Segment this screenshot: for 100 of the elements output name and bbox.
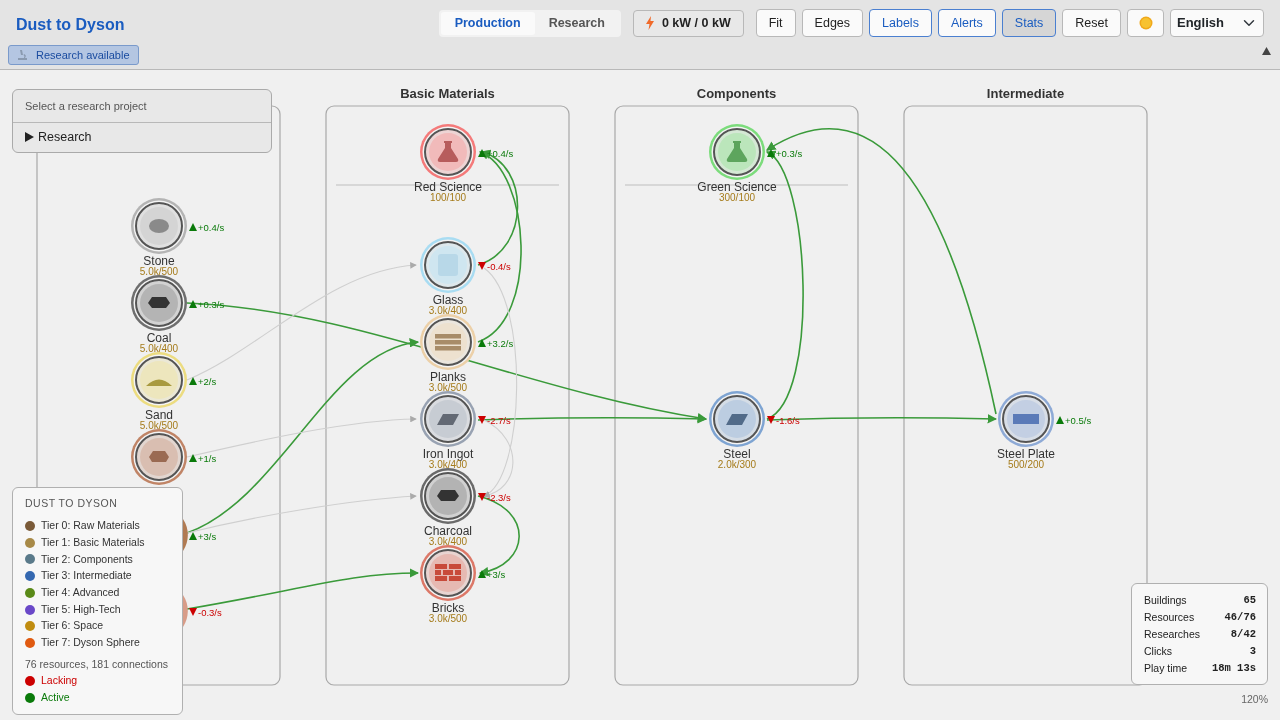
legend-title: DUST TO DYSON	[25, 496, 119, 511]
resource-amount: 100/100	[429, 192, 467, 203]
tier-label: Tier 3: Intermediate	[41, 568, 132, 584]
resource-amount: 500/200	[1007, 459, 1045, 470]
power-reading: 0 kW / 0 kW	[661, 14, 731, 32]
research-prompt: Select a research project	[13, 90, 271, 123]
resource-node[interactable]	[420, 391, 476, 447]
brick-icon	[435, 564, 461, 581]
resource-amount: 5.0k/500	[139, 266, 179, 277]
column-title: Basic Materials	[400, 86, 495, 101]
lightning-icon	[645, 16, 654, 30]
rate-label: +2/s	[198, 376, 217, 387]
zoom-level: 120%	[1241, 692, 1268, 708]
ingot-icon	[437, 414, 459, 425]
rate-label: -2.3/s	[487, 492, 511, 503]
resource-amount: 2.0k/300	[717, 459, 757, 470]
stat-value: 65	[1243, 592, 1256, 608]
expand-icon	[25, 131, 34, 142]
stat-label: Resources	[1144, 609, 1195, 625]
tier-label: Tier 1: Basic Materials	[41, 534, 145, 550]
resource-amount: 3.0k/500	[428, 382, 468, 393]
resource-name: Glass	[432, 293, 464, 307]
planks-icon	[435, 334, 461, 351]
stat-label: Buildings	[1144, 592, 1187, 608]
column-title: Components	[696, 86, 777, 101]
tab[interactable]: Research	[534, 11, 619, 35]
resource-name: Iron Ingot	[422, 447, 474, 461]
rate-label: +3/s	[487, 569, 506, 580]
collapse-icon[interactable]	[1262, 47, 1271, 55]
research-section-toggle[interactable]: Research	[13, 122, 271, 153]
stat-value: 8/42	[1230, 627, 1256, 643]
app-title: Dust to Dyson	[16, 15, 125, 35]
tier-label: Tier 4: Advanced	[41, 584, 120, 600]
ingot-icon	[726, 414, 748, 425]
tier-label: Tier 6: Space	[41, 618, 104, 634]
toolbar-button[interactable]: Labels	[869, 9, 932, 37]
resource-name: Bricks	[431, 601, 465, 615]
toolbar-button[interactable]: Fit	[755, 9, 796, 37]
plate-icon	[1013, 414, 1039, 424]
resource-amount: 5.0k/400	[139, 343, 179, 354]
mound-icon	[146, 379, 172, 386]
tier-label: Tier 7: Dyson Sphere	[41, 635, 140, 651]
summary-text: 76 resources, 181 connections	[25, 657, 169, 673]
resource-node[interactable]	[183, 519, 188, 551]
resource-node[interactable]	[420, 237, 476, 293]
resource-node[interactable]	[183, 595, 188, 627]
toolbar-button[interactable]: Alerts	[937, 9, 996, 37]
tier-label: Tier 2: Components	[41, 551, 133, 567]
stat-value: 3	[1249, 644, 1256, 660]
resource-name: Sand	[145, 408, 173, 422]
resource-name: Stone	[143, 254, 175, 268]
resource-amount: 300/100	[718, 192, 756, 203]
research-available-badge[interactable]: Research available	[8, 45, 139, 65]
rate-label: +1/s	[198, 453, 217, 464]
resource-node[interactable]	[131, 198, 187, 254]
resource-node[interactable]	[420, 314, 476, 370]
resource-amount: 5.0k/500	[139, 420, 179, 431]
toolbar-button[interactable]: Reset	[1062, 9, 1121, 37]
resource-node[interactable]	[709, 391, 765, 447]
sun-icon	[1137, 15, 1154, 31]
resource-amount: 3.0k/400	[428, 459, 468, 470]
resource-node[interactable]	[131, 275, 187, 331]
rate-label: +3/s	[198, 531, 217, 542]
resource-node[interactable]	[420, 545, 476, 601]
resource-node[interactable]	[709, 124, 765, 180]
lump-icon	[437, 490, 459, 501]
resource-name: Charcoal	[424, 524, 472, 538]
rate-label: -0.4/s	[487, 261, 511, 272]
stat-value: 18m 13s	[1211, 661, 1256, 677]
toolbar-button[interactable]: Edges	[801, 9, 864, 37]
resource-node[interactable]	[420, 124, 476, 180]
tab[interactable]: Production	[440, 11, 535, 35]
resource-node[interactable]	[131, 352, 187, 408]
language-select[interactable]: English	[1170, 9, 1264, 37]
rate-label: +0.4/s	[198, 222, 225, 233]
resource-node[interactable]	[998, 391, 1054, 447]
toolbar-button[interactable]: Stats	[1001, 9, 1057, 37]
resource-name: Steel Plate	[997, 447, 1055, 461]
stat-label: Researches	[1144, 627, 1201, 643]
rate-label: -0.3/s	[198, 607, 222, 618]
resource-amount: 3.0k/500	[428, 613, 468, 624]
stone-icon	[149, 219, 169, 233]
resource-name: Planks	[430, 370, 466, 384]
state-label: Lacking	[41, 673, 78, 689]
lump-icon	[149, 451, 169, 462]
resource-name: Steel	[723, 447, 751, 461]
resource-node[interactable]	[420, 468, 476, 524]
resource-amount: 3.0k/400	[428, 305, 468, 316]
column-title: Intermediate	[986, 86, 1065, 101]
rate-label: +3.2/s	[487, 338, 514, 349]
stat-value: 46/76	[1224, 609, 1256, 625]
rate-label: +0.3/s	[776, 148, 803, 159]
resource-name: Green Science	[697, 180, 777, 194]
resource-node[interactable]	[131, 429, 187, 485]
rate-label: +0.5/s	[1065, 415, 1092, 426]
resource-name: Red Science	[414, 180, 482, 194]
flask-icon	[726, 141, 748, 162]
resource-name: Coal	[146, 331, 172, 345]
flask-icon	[437, 141, 459, 162]
stat-label: Play time	[1144, 661, 1188, 677]
